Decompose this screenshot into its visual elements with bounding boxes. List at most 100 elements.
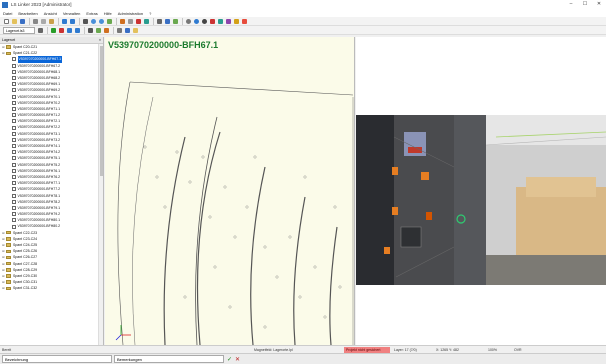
confirm-button[interactable]: ✓ (227, 356, 232, 363)
document-icon (12, 218, 16, 223)
zoom-in-icon[interactable] (90, 18, 97, 25)
select-icon[interactable] (82, 18, 89, 25)
tree-folder-item[interactable]: ⊞ Spant C31-C32 (0, 285, 103, 291)
folder-icon (6, 255, 11, 260)
open-icon[interactable] (11, 18, 18, 25)
layer-icon[interactable] (119, 18, 126, 25)
view-3d-icon[interactable] (124, 27, 131, 34)
import-icon[interactable] (172, 18, 179, 25)
snap-icon[interactable] (143, 18, 150, 25)
camera-icon[interactable] (87, 27, 94, 34)
photo-viewer[interactable] (356, 37, 606, 345)
paste-icon[interactable] (48, 18, 55, 25)
search-icon[interactable] (201, 18, 208, 25)
drawing-viewer[interactable]: V5397070200000-BFH67.1 (105, 37, 355, 345)
document-icon (12, 175, 16, 180)
folder-icon (6, 243, 11, 247)
filter-icon[interactable] (209, 18, 216, 25)
status-layer: Layer: 17 (7/0) (394, 347, 417, 352)
print-icon[interactable] (156, 18, 163, 25)
document-icon (12, 69, 16, 74)
refresh-icon[interactable] (217, 18, 224, 25)
drawing-canvas[interactable] (105, 37, 355, 345)
close-icon[interactable]: × (99, 37, 103, 43)
bottom-input-bar: Bezeichnung Bemerkungen ✓ ✕ (0, 353, 606, 364)
remove-icon[interactable] (58, 27, 65, 34)
menu-admin[interactable]: Administration (118, 11, 143, 16)
zoom-out-icon[interactable] (98, 18, 105, 25)
settings-icon[interactable] (185, 18, 192, 25)
status-bar: Bereit Magnetfeld: Lagerorte.lpl Projekt… (0, 345, 606, 353)
menu-view[interactable]: Ansicht (44, 11, 57, 16)
tree-item-label: Spant C31-C32 (13, 286, 38, 291)
rotate-icon[interactable] (103, 27, 110, 34)
window-title: LS Linker 2023 [Administrator] (11, 2, 72, 7)
view-2d-icon[interactable] (132, 27, 139, 34)
marker-icon[interactable] (241, 18, 248, 25)
axis-gizmo-icon (115, 325, 131, 341)
document-icon (12, 137, 16, 142)
document-icon (12, 193, 16, 198)
save-icon[interactable] (19, 18, 26, 25)
image-icon[interactable] (95, 27, 102, 34)
title-bar: LS Linker 2023 [Administrator] – ☐ ✕ (0, 0, 606, 9)
menu-tools[interactable]: Extras (86, 11, 97, 16)
document-icon (12, 150, 16, 155)
document-icon (12, 181, 16, 186)
menu-about[interactable]: ? (149, 11, 151, 16)
tree-header: Lagerort × (0, 37, 103, 44)
cancel-button[interactable]: ✕ (235, 356, 240, 363)
scrollbar-thumb[interactable] (100, 46, 103, 176)
help-icon[interactable] (193, 18, 200, 25)
tree-scrollbar[interactable] (98, 44, 103, 345)
measure-icon[interactable] (135, 18, 142, 25)
document-icon (12, 168, 16, 173)
status-ready: Bereit (2, 347, 12, 352)
menu-manage[interactable]: Verwalten (63, 11, 81, 16)
grid-icon[interactable] (127, 18, 134, 25)
document-icon (12, 57, 16, 62)
secondary-toolbar: Lagerort.ls3 (0, 26, 606, 35)
folder-icon (6, 286, 11, 291)
menu-help[interactable]: Hilfe (104, 11, 112, 16)
copy-icon[interactable] (40, 18, 47, 25)
remarks-field[interactable]: Bemerkungen (114, 355, 224, 363)
new-icon[interactable] (3, 18, 10, 25)
folder-icon (6, 237, 11, 241)
document-icon (12, 76, 16, 81)
document-icon (12, 125, 16, 130)
menu-edit[interactable]: Bearbeiten (18, 11, 37, 16)
status-unsaved-badge: Projekt nicht gesichert (344, 346, 390, 353)
fit-icon[interactable] (106, 18, 113, 25)
folder-icon (6, 261, 11, 266)
label-field[interactable]: Bezeichnung (2, 355, 112, 363)
close-window-button[interactable]: ✕ (592, 0, 606, 9)
document-icon (12, 224, 16, 229)
document-icon (12, 199, 16, 204)
photo-canvas[interactable] (356, 37, 606, 345)
menu-file[interactable]: Datei (3, 11, 12, 16)
minimize-button[interactable]: – (564, 0, 578, 9)
chevron-down-icon[interactable] (37, 27, 44, 34)
folder-icon (6, 280, 11, 284)
group-dropdown[interactable]: Lagerort.ls3 (3, 26, 35, 34)
arrow-down-icon[interactable] (74, 27, 81, 34)
cut-icon[interactable] (32, 18, 39, 25)
export-icon[interactable] (164, 18, 171, 25)
document-icon (12, 88, 16, 93)
document-icon (12, 106, 16, 111)
tree-header-title: Lagerort (2, 38, 16, 42)
document-icon (12, 212, 16, 217)
pan-icon[interactable] (116, 27, 123, 34)
add-icon[interactable] (50, 27, 57, 34)
lock-icon[interactable] (233, 18, 240, 25)
maximize-button[interactable]: ☐ (578, 0, 592, 9)
folder-icon (6, 268, 11, 272)
arrow-up-icon[interactable] (66, 27, 73, 34)
folder-icon (6, 274, 11, 278)
document-icon (12, 187, 16, 192)
undo-icon[interactable] (61, 18, 68, 25)
redo-icon[interactable] (69, 18, 76, 25)
document-icon (12, 113, 16, 118)
link-icon[interactable] (225, 18, 232, 25)
